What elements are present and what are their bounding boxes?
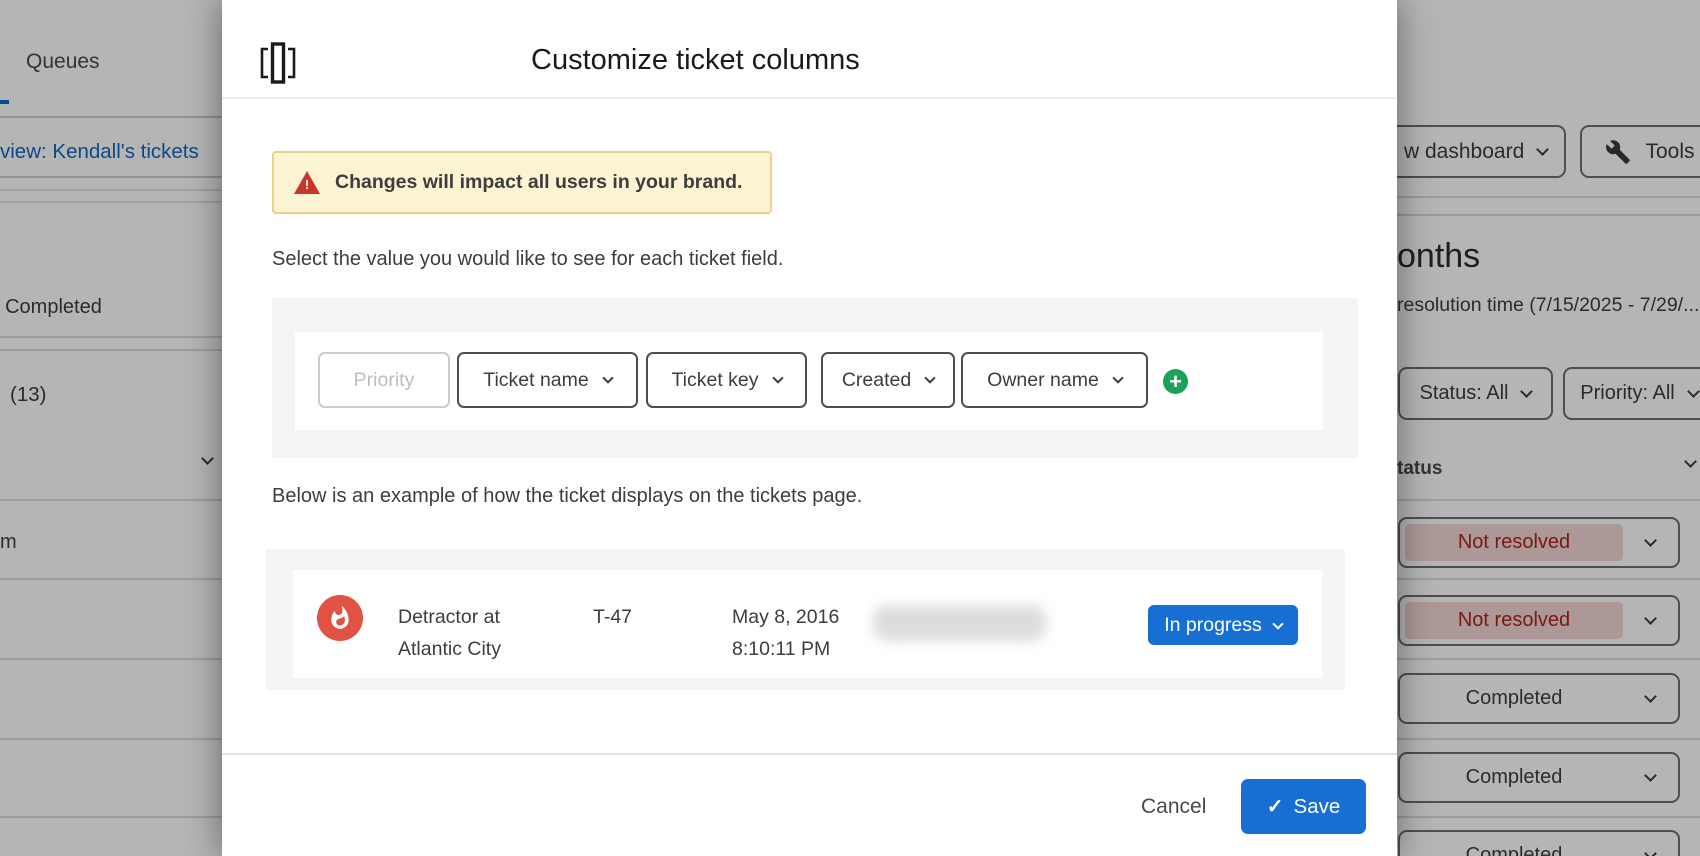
chevron-down-icon — [925, 372, 936, 383]
add-column-button[interactable]: + — [1163, 369, 1188, 394]
chevron-down-icon — [772, 372, 783, 383]
chevron-down-icon — [1272, 618, 1283, 629]
save-button[interactable]: ✓ Save — [1241, 779, 1366, 834]
screen: Queues view: Kendall's tickets t Complet… — [0, 0, 1700, 856]
ticket-name-cell: Detractor at Atlantic City — [398, 601, 501, 665]
column-dropdown-ticket-name[interactable]: Ticket name — [457, 352, 638, 408]
ticket-created-time: 8:10:11 PM — [732, 633, 839, 665]
column-dropdown-created[interactable]: Created — [821, 352, 955, 408]
ticket-status-dropdown[interactable]: In progress — [1148, 605, 1298, 645]
columns-icon — [258, 42, 296, 84]
warning-banner: ! Changes will impact all users in your … — [272, 151, 772, 214]
cancel-button[interactable]: Cancel — [1141, 795, 1206, 819]
ticket-created-date: May 8, 2016 — [732, 601, 839, 633]
header-divider — [222, 97, 1397, 99]
ticket-name-line1: Detractor at — [398, 601, 501, 633]
check-icon: ✓ — [1267, 794, 1284, 819]
column-dropdown-label: Ticket name — [483, 369, 588, 392]
column-dropdown-label: Owner name — [987, 369, 1099, 392]
column-dropdown-label: Priority — [354, 369, 415, 392]
chevron-down-icon — [602, 372, 613, 383]
column-dropdown-priority: Priority — [318, 352, 450, 408]
select-instruction: Select the value you would like to see f… — [272, 248, 783, 271]
ticket-key-cell: T-47 — [593, 601, 632, 633]
footer-divider — [222, 753, 1397, 755]
warning-text: Changes will impact all users in your br… — [335, 171, 742, 194]
owner-name-redacted — [873, 605, 1046, 641]
ticket-created-cell: May 8, 2016 8:10:11 PM — [732, 601, 839, 665]
column-dropdown-label: Ticket key — [671, 369, 758, 392]
column-dropdown-owner-name[interactable]: Owner name — [961, 352, 1148, 408]
example-instruction: Below is an example of how the ticket di… — [272, 485, 862, 508]
priority-flame-icon — [317, 595, 363, 641]
chevron-down-icon — [1112, 372, 1123, 383]
customize-ticket-columns-dialog: Customize ticket columns ! Changes will … — [222, 0, 1397, 856]
dialog-title: Customize ticket columns — [531, 44, 860, 77]
save-label: Save — [1294, 795, 1341, 819]
warning-icon: ! — [294, 171, 320, 194]
column-dropdown-ticket-key[interactable]: Ticket key — [646, 352, 807, 408]
column-dropdown-label: Created — [842, 369, 911, 392]
ticket-name-line2: Atlantic City — [398, 633, 501, 665]
ticket-status-label: In progress — [1164, 614, 1262, 637]
